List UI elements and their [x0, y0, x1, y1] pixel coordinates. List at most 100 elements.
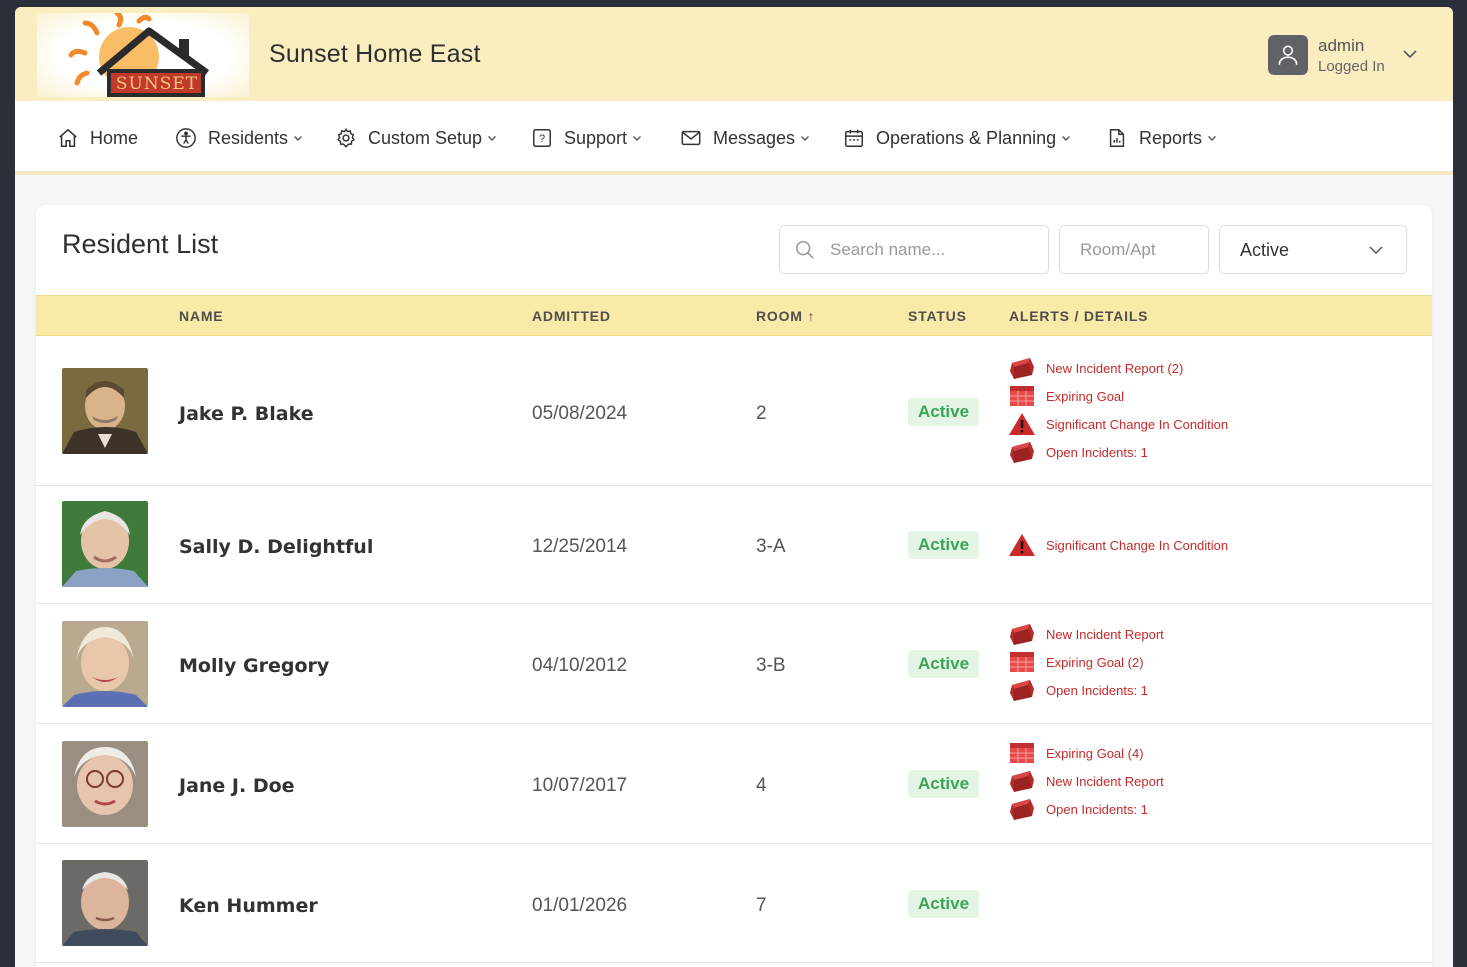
- home-icon: [57, 127, 79, 149]
- alert-item[interactable]: Expiring Goal: [1008, 382, 1228, 410]
- resident-list-card: Resident List Active NAME ADMITTED ROOM …: [36, 205, 1432, 967]
- status-badge: Active: [908, 398, 980, 426]
- logo-text: SUNSET: [115, 74, 199, 94]
- table-row[interactable]: Jane J. Doe 10/07/2017 4 Active Expiring…: [36, 724, 1432, 844]
- column-header-room[interactable]: ROOM ↑: [756, 308, 815, 324]
- room-number: 4: [756, 775, 767, 796]
- status-badge: Active: [908, 650, 980, 678]
- facility-logo[interactable]: SUNSET: [37, 13, 249, 97]
- chevron-down-icon: [800, 133, 810, 143]
- nav-label: Custom Setup: [368, 127, 483, 148]
- resident-name[interactable]: Jake P. Blake: [179, 403, 314, 425]
- column-header-name[interactable]: NAME: [179, 308, 223, 324]
- room-filter-field[interactable]: [1059, 225, 1209, 274]
- chevron-down-icon[interactable]: [1402, 46, 1418, 62]
- resident-photo[interactable]: [62, 741, 148, 827]
- incident-icon: [1008, 439, 1036, 465]
- main-nav: Home Residents Custom Setup ? Support Me…: [15, 101, 1453, 175]
- chevron-down-icon: [487, 133, 497, 143]
- resident-name[interactable]: Molly Gregory: [179, 655, 329, 677]
- incident-icon: [1008, 621, 1036, 647]
- room-number: 3-A: [756, 536, 786, 557]
- calendar-goal-icon: [1008, 740, 1036, 766]
- room-number: 7: [756, 895, 767, 916]
- status-filter-select[interactable]: Active: [1219, 225, 1407, 274]
- nav-item-reports[interactable]: Reports: [1106, 123, 1217, 153]
- admitted-date: 04/10/2012: [532, 655, 628, 676]
- alerts-list: New Incident Report Expiring Goal (2) Op…: [1008, 620, 1164, 704]
- warning-icon: [1008, 411, 1036, 437]
- chevron-down-icon: [293, 133, 303, 143]
- alert-item[interactable]: Significant Change In Condition: [1008, 410, 1228, 438]
- user-avatar-icon: [1268, 35, 1308, 75]
- chevron-down-icon: [1207, 133, 1217, 143]
- resident-photo[interactable]: [62, 368, 148, 454]
- admitted-date: 01/01/2026: [532, 895, 628, 916]
- alert-item[interactable]: New Incident Report: [1008, 620, 1164, 648]
- status-badge: Active: [908, 531, 980, 559]
- room-input[interactable]: [1080, 234, 1200, 266]
- resident-name[interactable]: Sally D. Delightful: [179, 536, 373, 558]
- alerts-list: Significant Change In Condition: [1008, 531, 1228, 559]
- nav-item-operations-planning[interactable]: Operations & Planning: [843, 123, 1071, 153]
- search-icon: [794, 239, 816, 261]
- user-login-status: Logged In: [1318, 58, 1385, 75]
- column-header-status[interactable]: STATUS: [908, 308, 967, 324]
- gear-icon: [335, 127, 357, 149]
- alert-item[interactable]: Open Incidents: 1: [1008, 438, 1228, 466]
- alerts-list: New Incident Report (2) Expiring Goal Si…: [1008, 354, 1228, 466]
- table-row[interactable]: Molly Gregory 04/10/2012 3-B Active New …: [36, 604, 1432, 724]
- table-row[interactable]: Sally D. Delightful 12/25/2014 3-A Activ…: [36, 486, 1432, 604]
- status-badge: Active: [908, 770, 980, 798]
- app-header: SUNSET Sunset Home East admin Logged In: [15, 7, 1453, 101]
- alerts-list: Expiring Goal (4) New Incident Report Op…: [1008, 739, 1164, 823]
- warning-icon: [1008, 532, 1036, 558]
- facility-name: Sunset Home East: [269, 40, 481, 68]
- column-header-admitted[interactable]: ADMITTED: [532, 308, 611, 324]
- help-icon: ?: [531, 127, 553, 149]
- admitted-date: 12/25/2014: [532, 536, 628, 557]
- resident-name[interactable]: Ken Hummer: [179, 895, 318, 917]
- resident-name[interactable]: Jane J. Doe: [179, 775, 295, 797]
- admitted-date: 10/07/2017: [532, 775, 628, 796]
- chevron-down-icon: [1061, 133, 1071, 143]
- nav-item-support[interactable]: ? Support: [531, 123, 642, 153]
- nav-item-messages[interactable]: Messages: [680, 123, 810, 153]
- alert-item[interactable]: New Incident Report (2): [1008, 354, 1228, 382]
- alert-item[interactable]: Expiring Goal (4): [1008, 739, 1164, 767]
- table-row[interactable]: Ken Hummer 01/01/2026 7 Active: [36, 844, 1432, 963]
- envelope-icon: [680, 127, 702, 149]
- calendar-icon: [843, 127, 865, 149]
- page-title: Resident List: [62, 229, 219, 259]
- nav-label: Residents: [208, 127, 289, 148]
- user-name: admin: [1318, 36, 1365, 55]
- nav-label: Support: [564, 127, 628, 148]
- resident-photo[interactable]: [62, 860, 148, 946]
- column-header-alerts: ALERTS / DETAILS: [1009, 308, 1149, 324]
- room-number: 3-B: [756, 655, 786, 676]
- alert-item[interactable]: Open Incidents: 1: [1008, 795, 1164, 823]
- room-number: 2: [756, 403, 767, 424]
- table-header: NAME ADMITTED ROOM ↑ STATUS ALERTS / DET…: [36, 295, 1432, 336]
- alert-item[interactable]: Open Incidents: 1: [1008, 676, 1164, 704]
- search-field[interactable]: [779, 225, 1049, 274]
- resident-photo[interactable]: [62, 501, 148, 587]
- chevron-down-icon: [1368, 242, 1384, 258]
- accessibility-icon: [175, 127, 197, 149]
- nav-label: Reports: [1139, 127, 1203, 148]
- nav-item-home[interactable]: Home: [57, 123, 138, 153]
- alert-item[interactable]: Expiring Goal (2): [1008, 648, 1164, 676]
- nav-item-residents[interactable]: Residents: [175, 123, 303, 153]
- admitted-date: 05/08/2024: [532, 403, 628, 424]
- calendar-goal-icon: [1008, 649, 1036, 675]
- resident-photo[interactable]: [62, 621, 148, 707]
- nav-item-custom-setup[interactable]: Custom Setup: [335, 123, 497, 153]
- alert-item[interactable]: Significant Change In Condition: [1008, 531, 1228, 559]
- nav-label: Messages: [713, 127, 796, 148]
- search-input[interactable]: [830, 234, 1035, 266]
- table-row[interactable]: Jake P. Blake 05/08/2024 2 Active New In…: [36, 337, 1432, 486]
- user-menu[interactable]: admin Logged In: [1268, 34, 1428, 78]
- calendar-goal-icon: [1008, 383, 1036, 409]
- alert-item[interactable]: New Incident Report: [1008, 767, 1164, 795]
- incident-icon: [1008, 796, 1036, 822]
